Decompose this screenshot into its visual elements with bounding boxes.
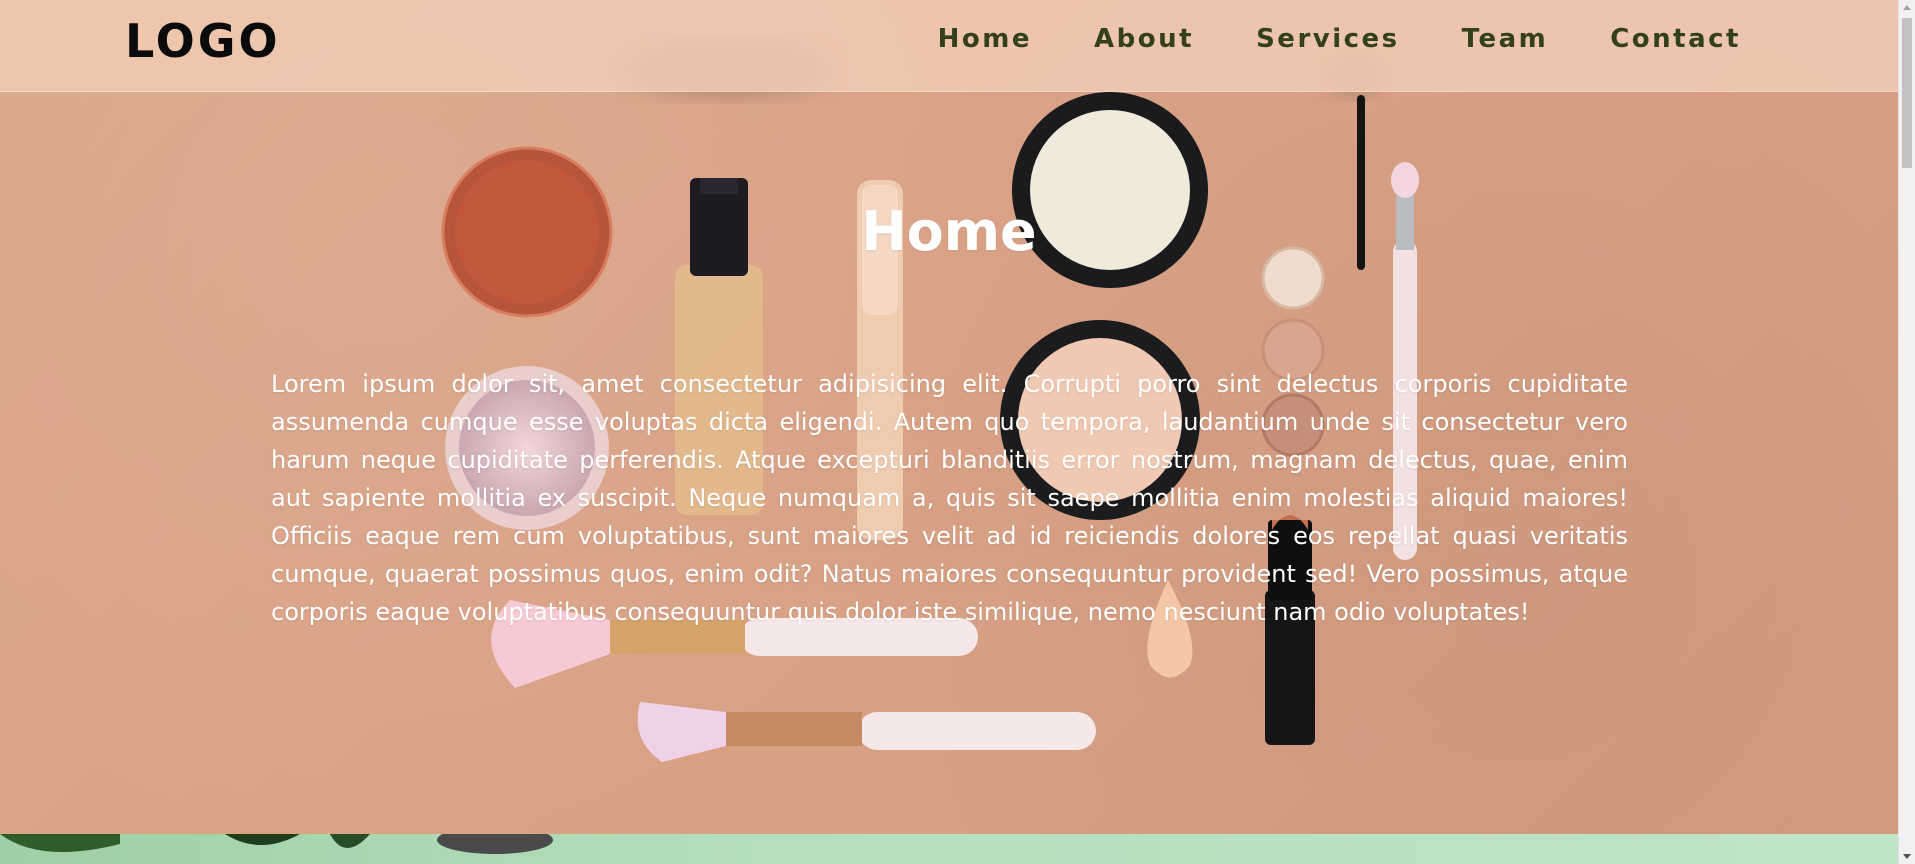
nav-link-services[interactable]: Services — [1256, 24, 1400, 54]
navbar: LOGO Home About Services Team Contact — [0, 0, 1898, 92]
nav-link-about[interactable]: About — [1094, 24, 1194, 54]
hero-paragraph: Lorem ipsum dolor sit, amet consectetur … — [271, 370, 1628, 626]
nav-link-team[interactable]: Team — [1462, 24, 1549, 54]
scroll-thumb[interactable] — [1902, 18, 1912, 168]
scroll-down-arrow-icon[interactable] — [1903, 854, 1911, 859]
nav-link-contact[interactable]: Contact — [1610, 24, 1741, 54]
nav-link-home[interactable]: Home — [938, 24, 1032, 54]
next-section-preview — [0, 834, 1898, 864]
page-scrollbar[interactable] — [1898, 0, 1915, 864]
plant-leaves-image — [0, 834, 553, 854]
logo[interactable]: LOGO — [125, 14, 281, 68]
hero-title: Home — [861, 200, 1037, 264]
nav-links: Home About Services Team Contact — [938, 24, 1741, 54]
scroll-up-arrow-icon[interactable] — [1903, 5, 1911, 10]
